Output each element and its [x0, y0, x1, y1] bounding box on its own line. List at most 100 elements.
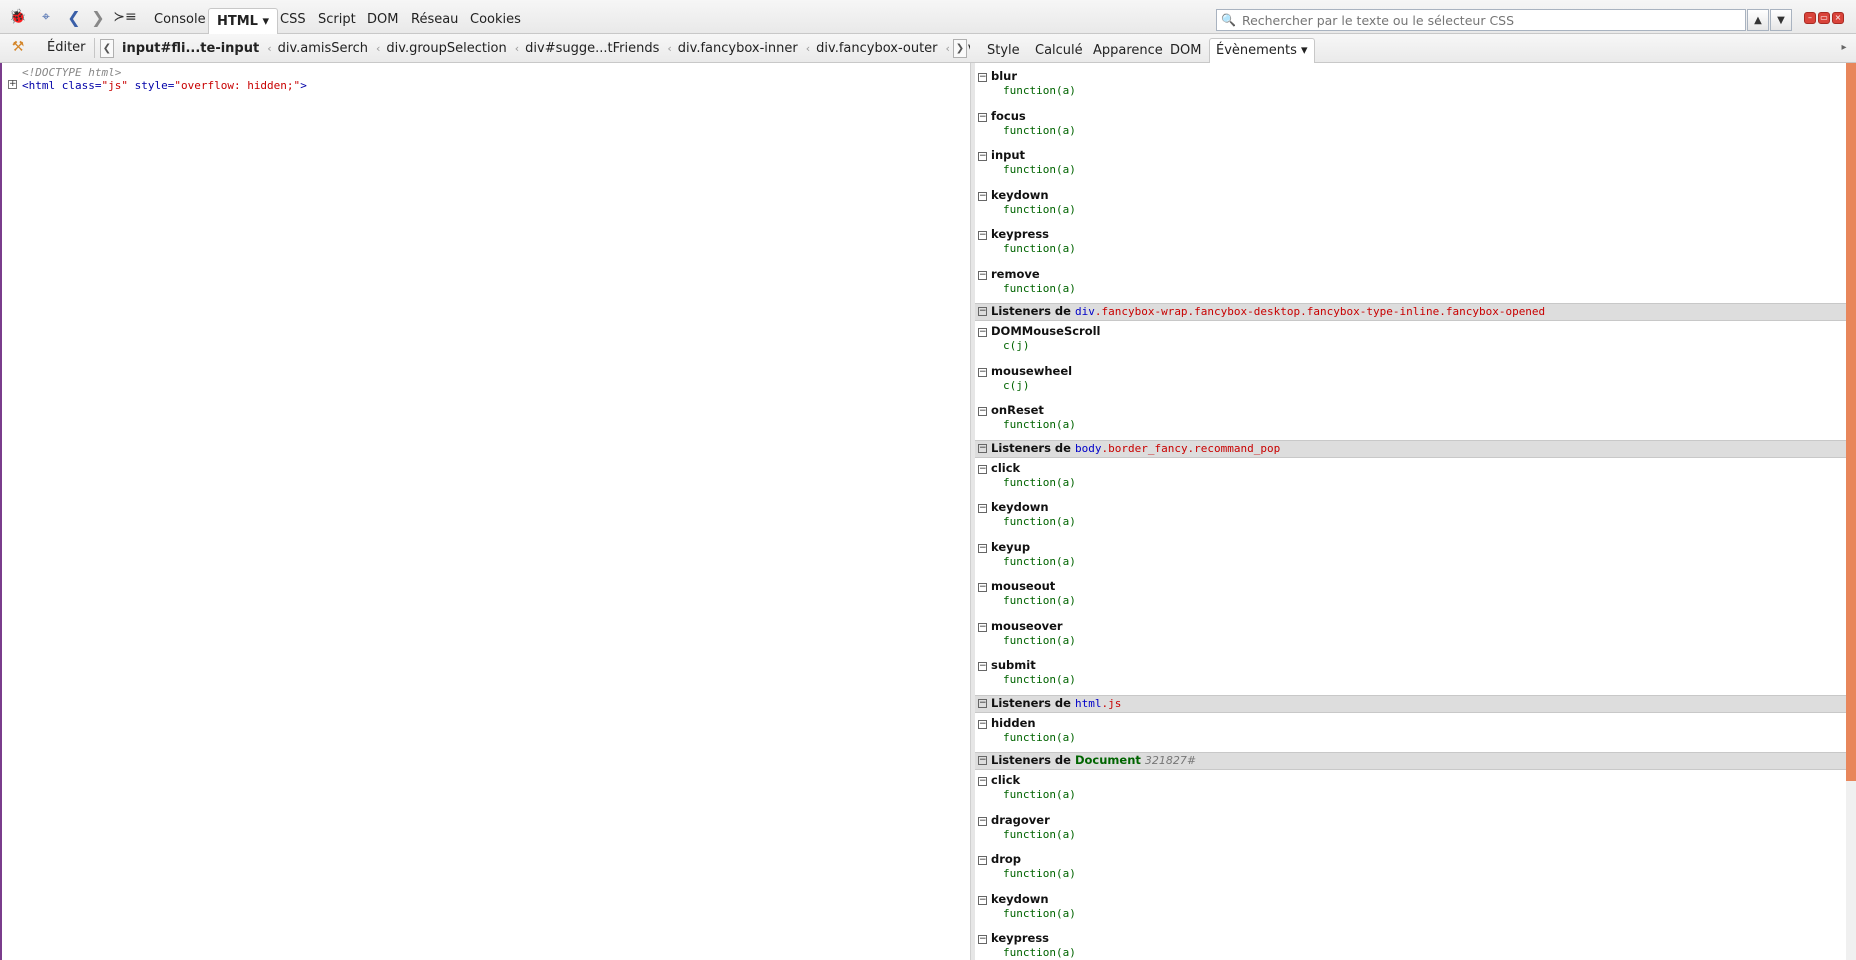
collapse-toggle-icon[interactable]: −	[978, 152, 987, 161]
listener-group-header[interactable]: − Listeners de Document 321827#	[975, 752, 1846, 770]
event-handler-function[interactable]: c(j)	[1003, 379, 1030, 392]
event-listener-row[interactable]: − keydown function(a)	[975, 889, 1846, 929]
collapse-toggle-icon[interactable]: −	[978, 698, 987, 708]
collapse-toggle-icon[interactable]: −	[978, 662, 987, 671]
collapse-toggle-icon[interactable]: −	[978, 112, 987, 122]
collapse-toggle-icon[interactable]: −	[978, 270, 987, 280]
event-listener-row[interactable]: − keydown function(a)	[975, 185, 1846, 225]
collapse-toggle-icon[interactable]: −	[978, 367, 987, 377]
event-handler-function[interactable]: function(a)	[1003, 124, 1076, 137]
collapse-toggle-icon[interactable]: −	[978, 73, 987, 82]
tab-cookies[interactable]: Cookies	[462, 7, 529, 33]
collapse-toggle-icon[interactable]: −	[978, 543, 987, 553]
collapse-toggle-icon[interactable]: −	[978, 622, 987, 632]
event-handler-function[interactable]: function(a)	[1003, 828, 1076, 841]
collapse-toggle-icon[interactable]: −	[978, 777, 987, 786]
html-node[interactable]: <html class="js" style="overflow: hidden…	[22, 79, 307, 92]
expand-toggle-icon[interactable]: +	[8, 80, 17, 89]
event-listener-row[interactable]: − keypress function(a)	[975, 224, 1846, 264]
collapse-toggle-icon[interactable]: −	[978, 407, 987, 416]
collapse-toggle-icon[interactable]: −	[978, 464, 987, 474]
collapse-toggle-icon[interactable]: −	[978, 583, 987, 592]
event-handler-function[interactable]: function(a)	[1003, 203, 1076, 216]
event-listener-row[interactable]: − drop function(a)	[975, 849, 1846, 889]
breadcrumb-item[interactable]: div.fancybox-inner	[678, 38, 798, 60]
event-listener-row[interactable]: − submit function(a)	[975, 655, 1846, 695]
breadcrumb-item[interactable]: input#fli...te-input	[122, 38, 259, 60]
tab-script[interactable]: Script	[310, 7, 364, 33]
event-handler-function[interactable]: function(a)	[1003, 634, 1076, 647]
event-handler-function[interactable]: function(a)	[1003, 163, 1076, 176]
collapse-toggle-icon[interactable]: −	[978, 895, 987, 905]
edit-button[interactable]: Éditer	[39, 38, 95, 58]
event-listener-row[interactable]: − keyup function(a)	[975, 537, 1846, 577]
event-handler-function[interactable]: function(a)	[1003, 515, 1076, 528]
firebug-bug-icon[interactable]: 🐞	[8, 8, 28, 26]
tab-html[interactable]: HTML ▾	[208, 8, 279, 35]
search-next-button[interactable]: ▼	[1770, 9, 1792, 31]
side-tab-evenements[interactable]: Évènements ▾	[1209, 38, 1315, 64]
event-listener-row[interactable]: − keypress function(a)	[975, 928, 1846, 960]
collapse-toggle-icon[interactable]: −	[978, 816, 987, 826]
event-listener-row[interactable]: − remove function(a)	[975, 264, 1846, 304]
event-handler-function[interactable]: function(a)	[1003, 594, 1076, 607]
event-handler-function[interactable]: function(a)	[1003, 907, 1076, 920]
event-handler-function[interactable]: function(a)	[1003, 731, 1076, 744]
event-listener-row[interactable]: − focus function(a)	[975, 106, 1846, 146]
events-scrollbar-thumb[interactable]	[1846, 63, 1856, 781]
tab-css[interactable]: CSS	[272, 7, 314, 33]
event-listener-row[interactable]: − DOMMouseScroll c(j)	[975, 321, 1846, 361]
side-tab-dom[interactable]: DOM	[1164, 39, 1207, 63]
event-listener-row[interactable]: − keydown function(a)	[975, 497, 1846, 537]
breadcrumb-item[interactable]: div.amisSerch	[278, 38, 368, 60]
breadcrumb-scroll-right-button[interactable]: ❯	[953, 39, 967, 58]
event-listener-row[interactable]: − click function(a)	[975, 458, 1846, 498]
minimize-icon[interactable]: –	[1804, 12, 1816, 24]
tab-reseau[interactable]: Réseau	[403, 7, 466, 33]
event-handler-function[interactable]: function(a)	[1003, 867, 1076, 880]
event-listener-row[interactable]: − mouseout function(a)	[975, 576, 1846, 616]
search-field[interactable]: 🔍	[1216, 9, 1746, 31]
collapse-toggle-icon[interactable]: −	[978, 231, 987, 240]
breadcrumb-item[interactable]: div.fancybox-outer	[816, 38, 937, 60]
event-handler-function[interactable]: function(a)	[1003, 673, 1076, 686]
tab-console[interactable]: Console	[146, 7, 214, 33]
collapse-toggle-icon[interactable]: −	[978, 856, 987, 865]
back-arrow-icon[interactable]: ❮	[64, 8, 84, 27]
inspect-element-icon[interactable]: ⌖	[36, 8, 56, 26]
event-handler-function[interactable]: function(a)	[1003, 418, 1076, 431]
listener-group-header[interactable]: − Listeners de div.fancybox-wrap.fancybo…	[975, 303, 1846, 321]
forward-arrow-icon[interactable]: ❯	[88, 8, 108, 27]
search-previous-button[interactable]: ▲	[1747, 9, 1769, 31]
event-handler-function[interactable]: function(a)	[1003, 282, 1076, 295]
detach-window-icon[interactable]: ▭	[1818, 12, 1830, 24]
event-handler-function[interactable]: function(a)	[1003, 242, 1076, 255]
side-tab-apparence[interactable]: Apparence	[1087, 39, 1169, 63]
event-listener-row[interactable]: − dragover function(a)	[975, 810, 1846, 850]
event-listener-row[interactable]: − hidden function(a)	[975, 713, 1846, 753]
event-listener-row[interactable]: − click function(a)	[975, 770, 1846, 810]
event-listener-row[interactable]: − onReset function(a)	[975, 400, 1846, 440]
close-icon[interactable]: ×	[1832, 12, 1844, 24]
collapse-toggle-icon[interactable]: −	[978, 756, 987, 765]
event-listener-row[interactable]: − blur function(a)	[975, 66, 1846, 106]
collapse-toggle-icon[interactable]: −	[978, 443, 987, 453]
collapse-toggle-icon[interactable]: −	[978, 504, 987, 513]
side-tab-style[interactable]: Style	[981, 39, 1026, 63]
event-handler-function[interactable]: function(a)	[1003, 84, 1076, 97]
event-handler-function[interactable]: function(a)	[1003, 476, 1076, 489]
breadcrumb-item[interactable]: div#sugge...tFriends	[525, 38, 659, 60]
event-handler-function[interactable]: function(a)	[1003, 946, 1076, 959]
listener-group-header[interactable]: − Listeners de html.js	[975, 694, 1846, 713]
listener-group-header[interactable]: − Listeners de body.border_fancy.recomma…	[975, 439, 1846, 458]
collapse-toggle-icon[interactable]: −	[978, 719, 987, 729]
search-input[interactable]	[1239, 11, 1724, 29]
inspect-icon[interactable]: ⚒	[8, 38, 28, 56]
event-listener-row[interactable]: − mousewheel c(j)	[975, 361, 1846, 401]
panel-menu-arrow-icon[interactable]: ▸	[1834, 38, 1854, 56]
collapse-toggle-icon[interactable]: −	[978, 191, 987, 201]
command-line-icon[interactable]: ≻≡	[113, 8, 136, 26]
side-tab-calcule[interactable]: Calculé	[1029, 39, 1089, 63]
collapse-toggle-icon[interactable]: −	[978, 935, 987, 944]
event-listener-row[interactable]: − mouseover function(a)	[975, 616, 1846, 656]
